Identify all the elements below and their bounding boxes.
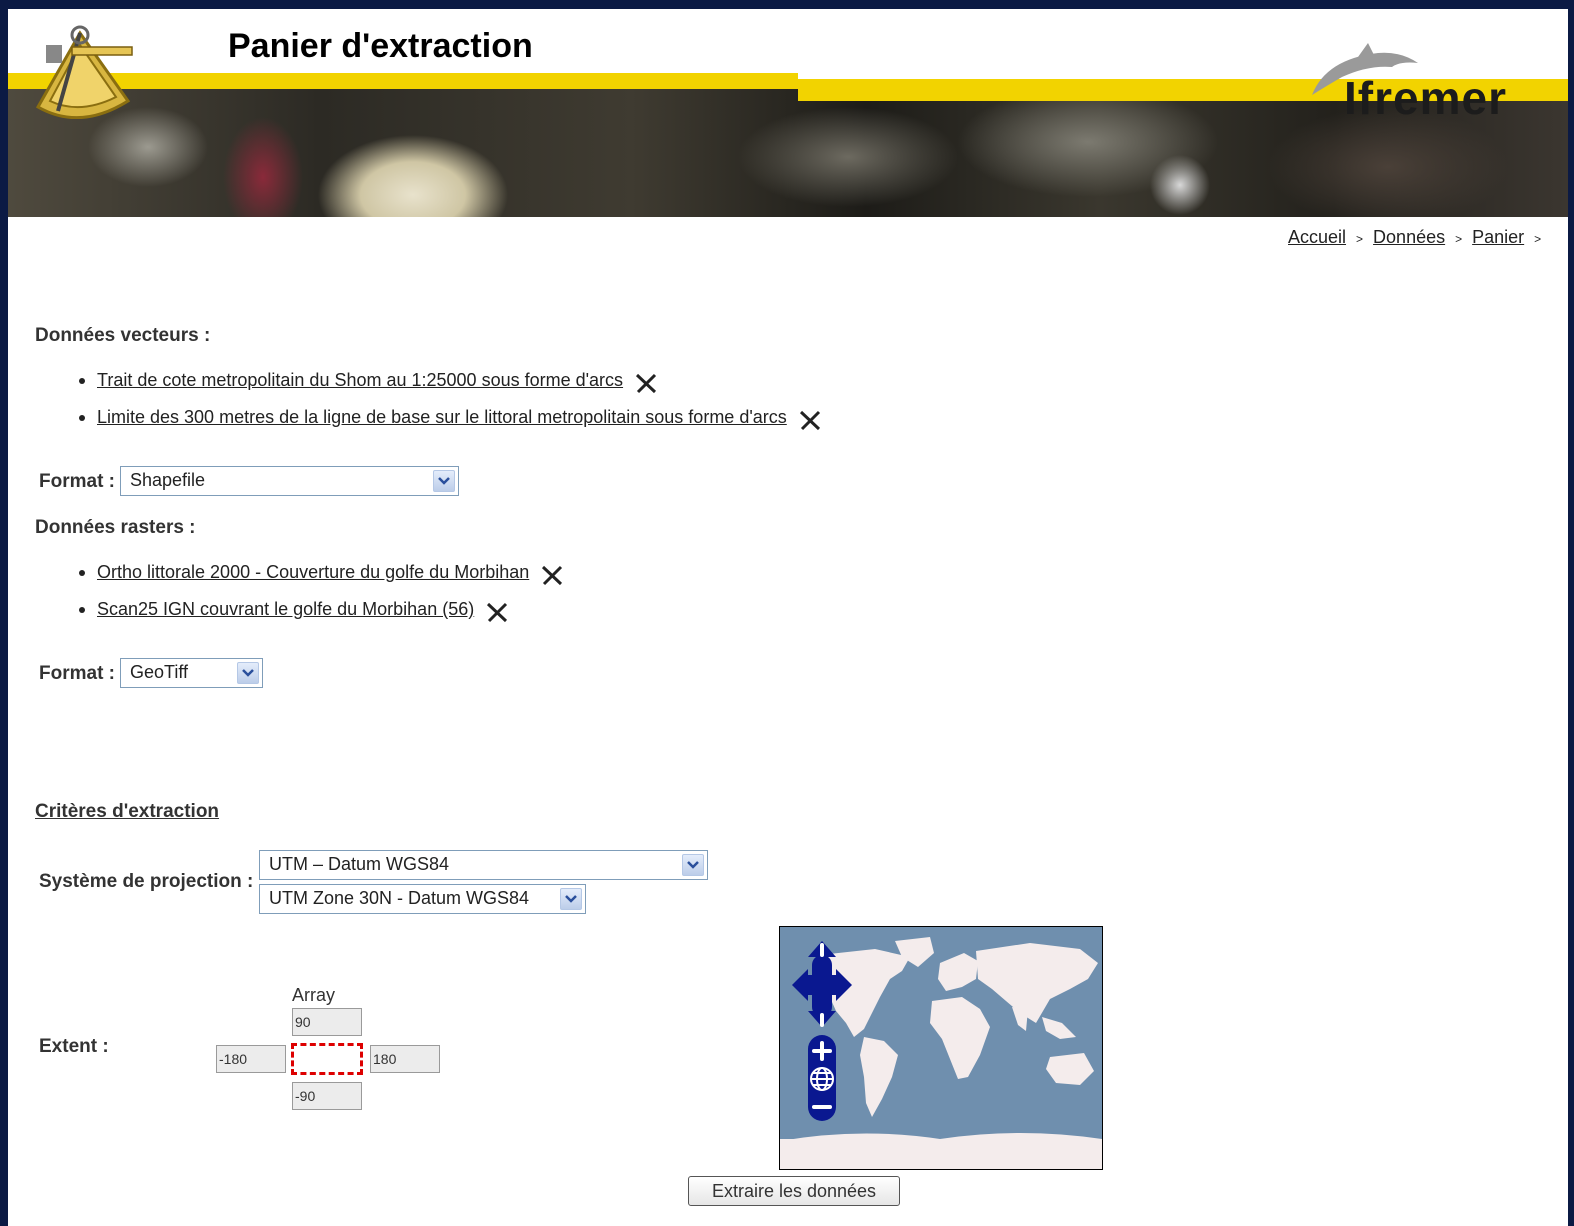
delete-icon[interactable]: [540, 563, 564, 587]
bullet: [79, 607, 85, 613]
pan-arrows-icon[interactable]: [792, 941, 852, 1121]
raster-item-link[interactable]: Scan25 IGN couvrant le golfe du Morbihan…: [97, 599, 474, 619]
north-input[interactable]: [292, 1008, 362, 1036]
list-item: Ortho littorale 2000 - Couverture du gol…: [35, 559, 564, 596]
vector-item-link[interactable]: Trait de cote metropolitain du Shom au 1…: [97, 370, 623, 390]
extent-box: [291, 1043, 363, 1075]
delete-icon[interactable]: [798, 408, 822, 432]
delete-icon[interactable]: [485, 600, 509, 624]
bullet: [79, 415, 85, 421]
vector-format-select[interactable]: Shapefile: [120, 466, 459, 496]
vector-section-title: Données vecteurs :: [35, 325, 211, 346]
pan-right-icon[interactable]: [836, 969, 852, 1001]
west-input[interactable]: [216, 1045, 286, 1073]
breadcrumb-separator: >: [1534, 232, 1542, 246]
list-item: Trait de cote metropolitain du Shom au 1…: [35, 367, 822, 404]
chevron-down-icon[interactable]: [433, 470, 455, 492]
raster-format-value: GeoTiff: [130, 662, 189, 682]
projection-select[interactable]: UTM – Datum WGS84: [259, 850, 708, 880]
breadcrumb-separator: >: [1356, 232, 1364, 246]
projection-value: UTM – Datum WGS84: [269, 854, 450, 874]
projection-label: Système de projection :: [39, 871, 254, 892]
list-item: Limite des 300 metres de la ligne de bas…: [35, 404, 822, 441]
chevron-down-icon[interactable]: [237, 662, 259, 684]
header-banner: Panier d'extraction Ifremer: [8, 9, 1568, 217]
raster-format-select[interactable]: GeoTiff: [120, 658, 263, 688]
brand-logo: Ifremer: [1344, 72, 1507, 124]
south-input[interactable]: [292, 1082, 362, 1110]
list-item: Scan25 IGN couvrant le golfe du Morbihan…: [35, 596, 564, 633]
raster-item-link[interactable]: Ortho littorale 2000 - Couverture du gol…: [97, 562, 529, 582]
breadcrumb-home[interactable]: Accueil: [1288, 227, 1346, 247]
delete-icon[interactable]: [634, 371, 658, 395]
raster-list: Ortho littorale 2000 - Couverture du gol…: [35, 559, 564, 633]
raster-section-title: Données rasters :: [35, 517, 196, 538]
breadcrumb-separator: >: [1455, 232, 1463, 246]
chevron-down-icon[interactable]: [560, 888, 582, 910]
breadcrumb: Accueil > Données > Panier >: [1288, 227, 1551, 248]
bullet: [79, 570, 85, 576]
vector-format-label: Format :: [39, 471, 115, 492]
vector-list: Trait de cote metropolitain du Shom au 1…: [35, 367, 822, 441]
raster-format-label: Format :: [39, 663, 115, 684]
world-map[interactable]: [779, 926, 1103, 1170]
bullet: [79, 378, 85, 384]
breadcrumb-cart[interactable]: Panier: [1472, 227, 1524, 247]
header-photo: [8, 87, 1568, 217]
extract-data-button[interactable]: Extraire les données: [688, 1176, 900, 1206]
chevron-down-icon[interactable]: [682, 854, 704, 876]
zone-select[interactable]: UTM Zone 30N - Datum WGS84: [259, 884, 586, 914]
sextant-logo: [35, 25, 133, 119]
breadcrumb-data[interactable]: Données: [1373, 227, 1445, 247]
vector-item-link[interactable]: Limite des 300 metres de la ligne de bas…: [97, 407, 787, 427]
page-title: Panier d'extraction: [228, 27, 533, 65]
extent-label: Extent :: [39, 1036, 109, 1057]
vector-format-value: Shapefile: [130, 470, 206, 490]
zone-value: UTM Zone 30N - Datum WGS84: [269, 888, 530, 908]
east-input[interactable]: [370, 1045, 440, 1073]
array-label: Array: [292, 985, 336, 1005]
criteria-title: Critères d'extraction: [35, 801, 220, 822]
page-frame: Panier d'extraction Ifremer Accueil > Donn…: [8, 9, 1568, 1226]
